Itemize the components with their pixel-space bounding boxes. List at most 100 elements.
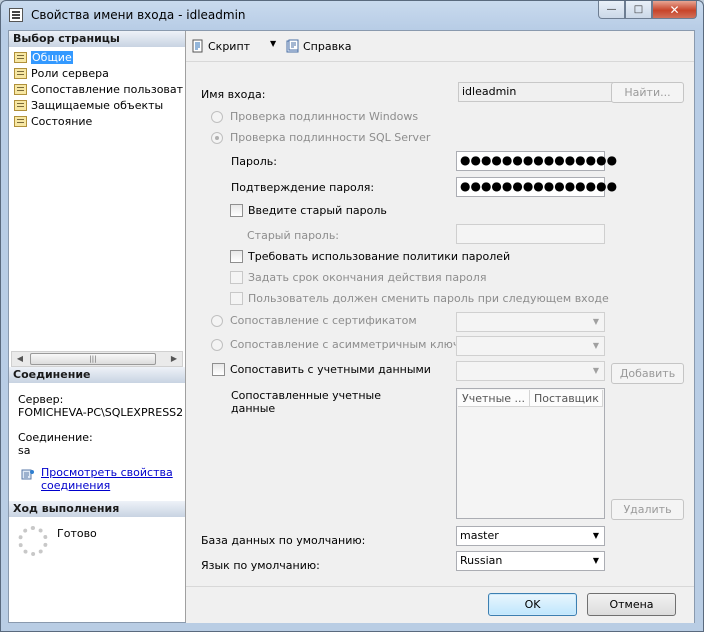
connection-value: sa <box>18 444 31 457</box>
window-title: Свойства имени входа - idleadmin <box>31 8 246 22</box>
grid-column-credential[interactable]: Учетные ... <box>458 390 530 407</box>
mapped-credentials-label: Сопоставленные учетные <box>231 389 381 402</box>
window-app-icon <box>9 8 23 22</box>
cancel-button[interactable]: Отмена <box>587 593 676 616</box>
confirm-password-label: Подтверждение пароля: <box>231 181 375 194</box>
page-item-label: Защищаемые объекты <box>31 99 164 112</box>
password-field[interactable]: ●●●●●●●●●●●●●●● <box>456 151 617 171</box>
enforce-policy-checkbox[interactable] <box>230 250 243 263</box>
progress-spinner-icon <box>18 526 48 556</box>
page-item-user-mapping[interactable]: Сопоставление пользователей <box>11 82 183 98</box>
page-item-securables[interactable]: Защищаемые объекты <box>11 98 183 114</box>
password-label: Пароль: <box>231 155 277 168</box>
left-panel: Выбор страницы Общие Роли сервера Сопост… <box>9 31 186 622</box>
server-value: FOMICHEVA-PC\SQLEXPRESS2 <box>18 406 184 419</box>
login-name-field[interactable]: idleadmin <box>458 82 613 102</box>
page-item-label: Роли сервера <box>31 67 109 80</box>
ok-button[interactable]: OK <box>488 593 577 616</box>
progress-header: Ход выполнения <box>9 501 185 517</box>
title-bar[interactable]: Свойства имени входа - idleadmin — □ ✕ <box>1 1 703 29</box>
asym-key-label: Сопоставление с асимметричным ключом <box>230 338 475 351</box>
page-item-general[interactable]: Общие <box>11 50 183 66</box>
maximize-button[interactable]: □ <box>625 1 652 19</box>
default-language-value: Russian <box>460 554 503 567</box>
must-change-checkbox[interactable] <box>230 292 243 305</box>
sql-auth-label: Проверка подлинности SQL Server <box>230 131 431 144</box>
grid-column-provider[interactable]: Поставщик <box>530 390 603 407</box>
script-icon <box>191 39 205 53</box>
chevron-down-icon: ▼ <box>592 317 600 326</box>
view-connection-properties-link[interactable]: Просмотреть свойства <box>41 466 173 479</box>
page-list: Общие Роли сервера Сопоставление пользов… <box>11 50 183 130</box>
page-list-scrollbar[interactable]: ◀ ||| ▶ <box>11 351 183 367</box>
add-credential-button[interactable]: Добавить <box>611 363 684 384</box>
default-database-value: master <box>460 529 499 542</box>
must-change-label: Пользователь должен сменить пароль при с… <box>248 292 609 305</box>
page-item-label: Сопоставление пользователей <box>31 83 183 96</box>
default-language-select[interactable]: Russian ▼ <box>456 551 605 571</box>
chevron-down-icon: ▼ <box>592 556 600 565</box>
help-button[interactable]: Справка <box>286 39 351 53</box>
connection-label: Соединение: <box>18 431 93 444</box>
help-label: Справка <box>303 39 352 53</box>
enforce-policy-label: Требовать использование политики паролей <box>248 250 511 263</box>
chevron-down-icon: ▼ <box>592 366 600 375</box>
windows-auth-label: Проверка подлинности Windows <box>230 110 419 123</box>
chevron-down-icon: ▼ <box>592 531 600 540</box>
chevron-down-icon: ▼ <box>592 341 600 350</box>
dialog-client: Выбор страницы Общие Роли сервера Сопост… <box>8 30 695 623</box>
mapped-credentials-label-2: данные <box>231 402 276 415</box>
script-button[interactable]: Скрипт <box>191 39 250 53</box>
scroll-thumb[interactable]: ||| <box>30 353 156 365</box>
old-password-field[interactable] <box>456 224 605 244</box>
server-label: Сервер: <box>18 393 64 406</box>
page-icon <box>14 100 27 111</box>
certificate-label: Сопоставление с сертификатом <box>230 314 417 327</box>
close-button[interactable]: ✕ <box>652 1 697 19</box>
credential-select[interactable]: ▼ <box>456 361 605 381</box>
page-item-label: Состояние <box>31 115 93 128</box>
enforce-expiration-label: Задать срок окончания действия пароля <box>248 271 487 284</box>
page-icon <box>14 84 27 95</box>
default-database-label: База данных по умолчанию: <box>201 534 366 547</box>
connection-properties-icon <box>21 468 35 481</box>
connection-header: Соединение <box>9 367 185 383</box>
remove-credential-button[interactable]: Удалить <box>611 499 684 520</box>
mapped-credentials-grid[interactable]: Учетные ... Поставщик <box>456 388 605 519</box>
old-password-checkbox[interactable] <box>230 204 243 217</box>
page-item-status[interactable]: Состояние <box>11 114 183 130</box>
sql-auth-radio[interactable] <box>211 132 223 144</box>
page-item-server-roles[interactable]: Роли сервера <box>11 66 183 82</box>
default-language-label: Язык по умолчанию: <box>201 559 320 572</box>
windows-auth-radio[interactable] <box>211 111 223 123</box>
certificate-select[interactable]: ▼ <box>456 312 605 332</box>
script-label: Скрипт <box>208 39 251 53</box>
asym-key-radio[interactable] <box>211 339 223 351</box>
scroll-left-icon[interactable]: ◀ <box>12 352 28 366</box>
page-item-label: Общие <box>31 51 73 64</box>
toolbar: Скрипт ▼ Справка <box>186 31 694 62</box>
page-icon <box>14 116 27 127</box>
asym-key-select[interactable]: ▼ <box>456 336 605 356</box>
old-password-label: Старый пароль: <box>247 229 340 242</box>
dialog-window: Свойства имени входа - idleadmin — □ ✕ В… <box>0 0 704 632</box>
certificate-radio[interactable] <box>211 315 223 327</box>
progress-status: Готово <box>57 527 97 540</box>
view-connection-properties-link-2[interactable]: соединения <box>41 479 110 492</box>
window-controls: — □ ✕ <box>598 1 697 20</box>
script-dropdown-icon[interactable]: ▼ <box>270 39 276 48</box>
map-credential-checkbox[interactable] <box>212 363 225 376</box>
select-page-header: Выбор страницы <box>9 31 185 47</box>
help-icon <box>286 39 300 53</box>
enforce-expiration-checkbox[interactable] <box>230 271 243 284</box>
page-icon <box>14 68 27 79</box>
minimize-button[interactable]: — <box>598 1 625 19</box>
find-button[interactable]: Найти... <box>611 82 684 103</box>
map-credential-label: Сопоставить с учетными данными <box>230 363 431 376</box>
default-database-select[interactable]: master ▼ <box>456 526 605 546</box>
confirm-password-field[interactable]: ●●●●●●●●●●●●●●● <box>456 177 617 197</box>
old-password-check-label: Введите старый пароль <box>248 204 387 217</box>
login-name-label: Имя входа: <box>201 88 266 101</box>
scroll-right-icon[interactable]: ▶ <box>166 352 182 366</box>
page-icon <box>14 52 27 63</box>
